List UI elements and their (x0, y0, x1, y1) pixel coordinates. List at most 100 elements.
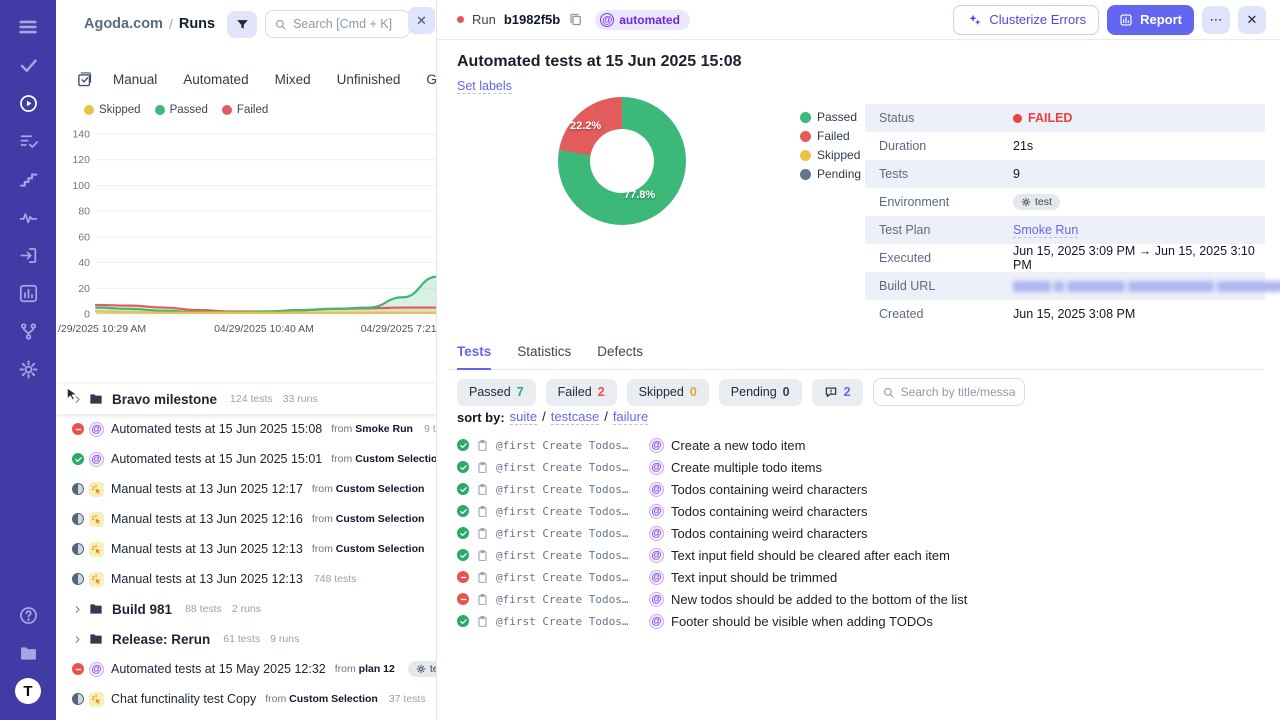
tests-search-input[interactable] (900, 385, 1016, 399)
runs-search[interactable] (265, 10, 411, 38)
sort-link-testcase[interactable]: testcase (550, 409, 600, 425)
sidebar-item-menu[interactable] (9, 8, 47, 46)
sidebar-item-reports[interactable] (9, 274, 47, 312)
test-suite-path: @first Create Todos… (496, 526, 629, 540)
clusterize-errors-button[interactable]: Clusterize Errors (953, 4, 1100, 35)
runs-tab-automated[interactable]: Automated (183, 72, 248, 87)
filter-button[interactable] (227, 10, 258, 38)
sidebar-item-help[interactable] (9, 596, 47, 634)
tab-defects[interactable]: Defects (597, 344, 643, 369)
copy-run-id-button[interactable] (568, 12, 583, 27)
chevron-right-icon[interactable] (72, 604, 83, 615)
set-labels-link[interactable]: Set labels (457, 79, 512, 94)
runs-search-input[interactable] (293, 17, 402, 31)
test-row[interactable]: @first Create Todos… @ Footer should be vi… (457, 610, 1266, 632)
tests-search[interactable] (872, 378, 1025, 406)
runs-tab-mixed[interactable]: Mixed (275, 72, 311, 87)
filter-pill-passed[interactable]: Passed 7 (457, 378, 536, 406)
filter-pill-skipped[interactable]: Skipped 0 (626, 378, 709, 406)
sidebar-item-logo[interactable]: T (9, 672, 47, 710)
breadcrumb-project[interactable]: Agoda.com (84, 16, 163, 32)
help-icon (19, 606, 37, 624)
test-title: Footer should be visible when adding TOD… (671, 613, 933, 629)
in-progress-status-icon (72, 513, 84, 525)
chevron-right-icon[interactable] (72, 634, 83, 645)
runs-type-tabs: Manual Automated Mixed Unfinished Groups (56, 64, 436, 94)
check-small-icon (459, 464, 467, 470)
test-suite-path: @first Create Todos… (496, 438, 629, 452)
automated-run-icon: @ (89, 661, 104, 677)
run-list-item[interactable]: Manual tests at 13 Jun 2025 12:17 from Cu… (56, 474, 436, 504)
manual-run-icon (89, 511, 104, 527)
detail-row: Duration 21s (879, 139, 1034, 153)
test-row[interactable]: @first Create Todos… @ Todos containing we… (457, 522, 1266, 544)
test-row[interactable]: @first Create Todos… @ Todos containing we… (457, 500, 1266, 522)
runs-tab-groups[interactable]: Groups (426, 72, 436, 87)
run-list-item[interactable]: @ Automated tests at 15 Jun 2025 15:01 fro… (56, 444, 436, 474)
sidebar-item-integrations[interactable] (9, 312, 47, 350)
run-folder-item[interactable]: Release: Rerun 61 tests 9 runs (56, 624, 436, 654)
automated-badge[interactable]: @ automated (595, 9, 690, 30)
test-row[interactable]: @first Create Todos… @ New todos should be… (457, 588, 1266, 610)
check-small-icon (459, 508, 467, 514)
sidebar-item-import[interactable] (9, 236, 47, 274)
run-list-item[interactable]: Manual tests at 13 Jun 2025 12:16 from Cu… (56, 504, 436, 534)
runs-panel-close-button[interactable]: ✕ (408, 7, 435, 34)
environment-pill[interactable]: test (1013, 194, 1060, 210)
clipboard-icon (478, 439, 487, 451)
run-id: b1982f5b (503, 12, 561, 27)
sidebar-item-settings[interactable] (9, 350, 47, 388)
check-icon (20, 58, 37, 72)
clipboard-icon (478, 571, 487, 583)
sidebar-item-runs[interactable] (9, 84, 47, 122)
svg-text:60: 60 (78, 231, 90, 243)
detail-row: Created Jun 15, 2025 3:08 PM (879, 307, 1136, 321)
sidebar-bottom-group: T (9, 596, 47, 710)
test-suite-path: @first Create Todos… (496, 548, 629, 562)
tab-tests[interactable]: Tests (457, 344, 492, 370)
test-suite-path: @first Create Todos… (496, 504, 629, 518)
test-row[interactable]: @first Create Todos… @ Text input field sh… (457, 544, 1266, 566)
sidebar-item-projects[interactable] (9, 634, 47, 672)
sidebar-item-milestones[interactable] (9, 160, 47, 198)
failed-status-icon (72, 663, 84, 675)
run-folder-item[interactable]: Bravo milestone 124 tests 33 runs (56, 384, 436, 414)
runs-tab-manual[interactable]: Manual (113, 72, 157, 87)
run-list-item[interactable]: Chat functinality test Copy from Custom S… (56, 684, 436, 714)
more-options-button[interactable]: ⋯ (1202, 5, 1230, 34)
check-small-icon (459, 552, 467, 558)
test-row[interactable]: @first Create Todos… @ Create a new todo i… (457, 434, 1266, 456)
automated-test-icon: @ (649, 547, 664, 563)
run-list-item[interactable]: Manual tests at 13 Jun 2025 12:13 748 tes… (56, 564, 436, 594)
comments-filter[interactable]: 2 (811, 378, 863, 406)
test-row[interactable]: @first Create Todos… @ Create multiple tod… (457, 456, 1266, 478)
run-folder-item[interactable]: Build 981 88 tests 2 runs (56, 594, 436, 624)
trend-chart: 0 20 40 60 80 100 120 140/29/2025 10:29 AM 04/29… (58, 129, 436, 335)
test-row[interactable]: @first Create Todos… @ Todos containing we… (457, 478, 1266, 500)
filter-pill-failed[interactable]: Failed 2 (545, 378, 617, 406)
sort-link-failure[interactable]: failure (612, 409, 649, 425)
run-list-item[interactable]: @ Automated tests at 15 Jun 2025 15:08 fro… (56, 414, 436, 444)
sidebar-item-test-plans[interactable] (9, 122, 47, 160)
tab-statistics[interactable]: Statistics (517, 344, 571, 369)
search-icon (882, 386, 895, 399)
test-plan-link[interactable]: Smoke Run (1013, 223, 1079, 238)
clipboard-icon (476, 505, 489, 518)
legend-dot-icon (221, 105, 232, 115)
run-list-item[interactable]: @ Automated tests at 15 May 2025 12:32 fro… (56, 654, 436, 684)
close-run-button[interactable]: ✕ (1238, 5, 1266, 34)
check-small-icon (459, 530, 467, 536)
sort-link-suite[interactable]: suite (509, 409, 538, 425)
sidebar-item-analytics[interactable] (9, 198, 47, 236)
test-row[interactable]: @first Create Todos… @ Text input should b… (457, 566, 1266, 588)
report-button[interactable]: Report (1107, 4, 1194, 35)
run-list-item[interactable]: Manual tests at 13 Jun 2025 12:13 from Cu… (56, 534, 436, 564)
svg-text:0: 0 (84, 309, 90, 321)
svg-text:120: 120 (72, 154, 90, 166)
folder-icon (90, 394, 102, 404)
svg-text:80: 80 (78, 206, 90, 218)
runs-tab-unfinished[interactable]: Unfinished (337, 72, 401, 87)
filter-pill-pending[interactable]: Pending 0 (718, 378, 802, 406)
sidebar-item-tests[interactable] (9, 46, 47, 84)
select-all-icon[interactable] (76, 71, 93, 88)
